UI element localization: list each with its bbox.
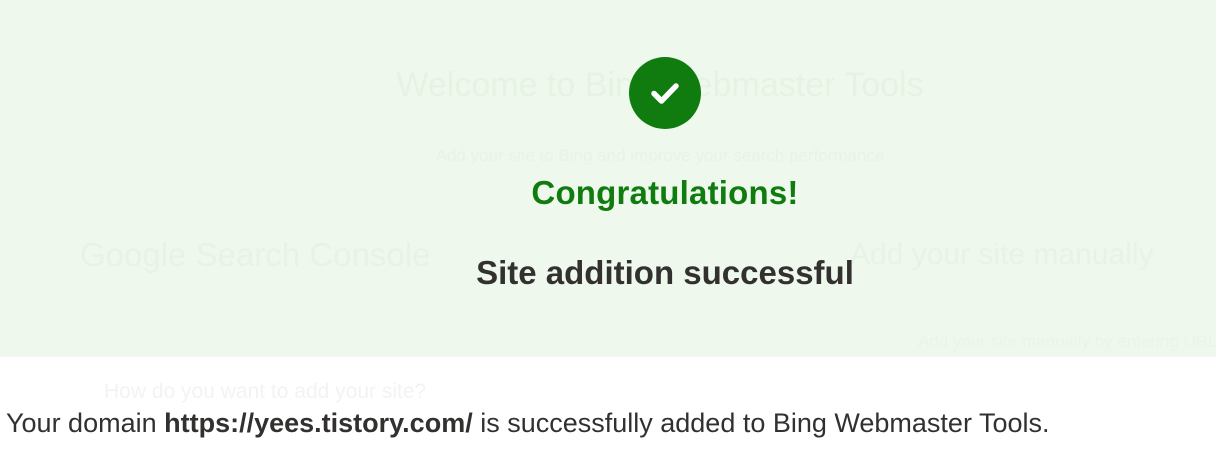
success-subtitle: Site addition successful — [476, 254, 854, 291]
success-title: Congratulations! — [531, 174, 799, 211]
success-banner: Congratulations! Site addition successfu… — [0, 0, 1216, 357]
success-page: Welcome to Bing Webmaster Tools Add your… — [0, 0, 1216, 475]
message-suffix: is successfully added to Bing Webmaster … — [472, 408, 1050, 438]
checkmark-icon — [629, 57, 701, 129]
message-prefix: Your domain — [6, 408, 165, 438]
confirmation-message: Your domain https://yees.tistory.com/ is… — [6, 408, 1050, 439]
domain-url: https://yees.tistory.com/ — [164, 408, 473, 438]
background-prompt: How do you want to add your site? — [104, 380, 427, 403]
